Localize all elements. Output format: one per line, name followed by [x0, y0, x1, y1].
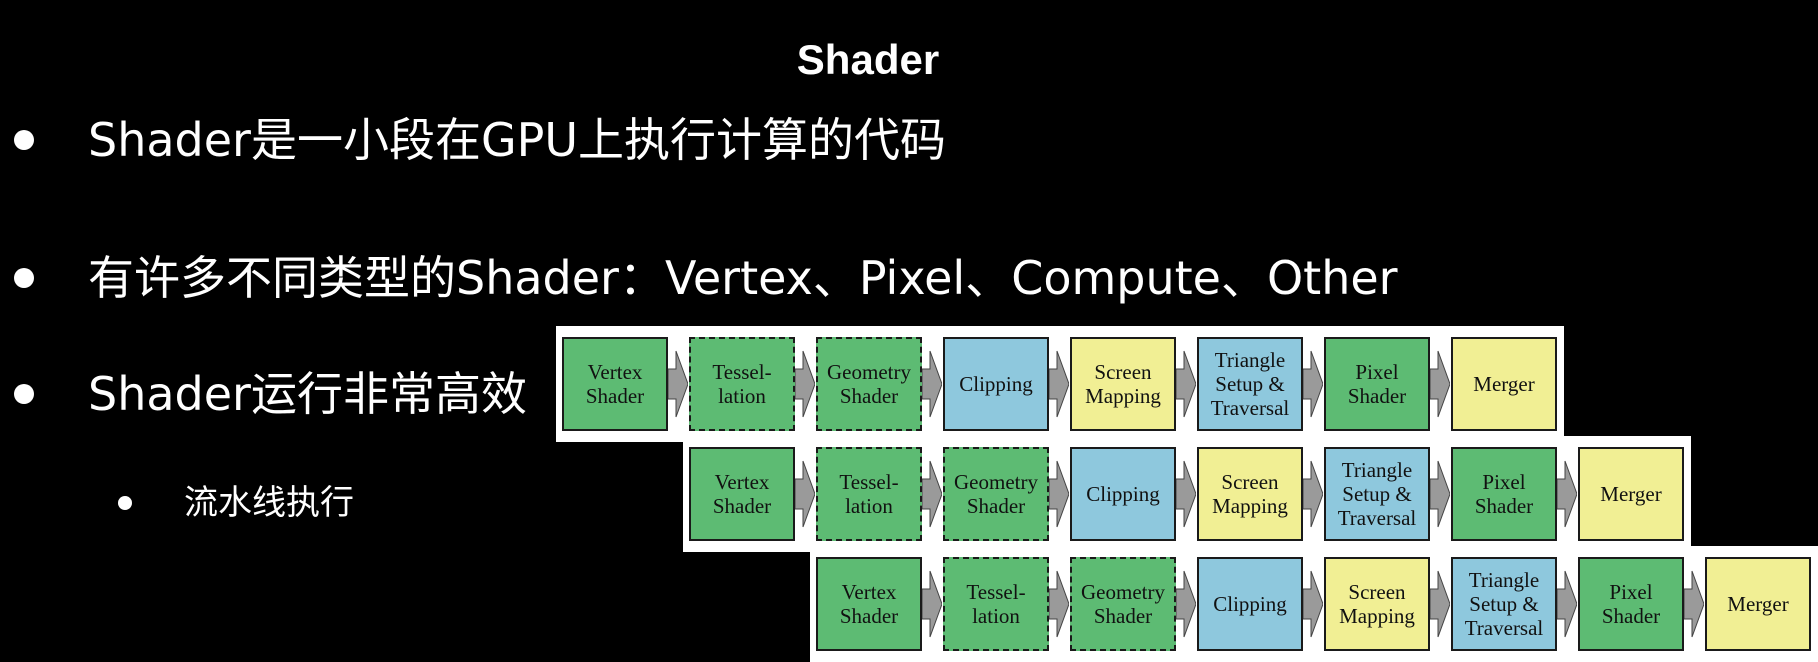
- stage-vertex-shader: Vertex Shader: [562, 337, 668, 431]
- arrow-right-icon: [1303, 460, 1323, 528]
- arrow-right-icon: [1557, 570, 1577, 638]
- stage-geometry-shader: Geometry Shader: [1070, 557, 1176, 651]
- pipeline-row-2: Vertex Shader Tessel- lation Geometry Shad…: [683, 436, 1691, 552]
- arrow-right-icon: [1176, 570, 1196, 638]
- bullet-1-text: Shader是一小段在GPU上执行计算的代码: [88, 113, 947, 167]
- stage-geometry-shader: Geometry Shader: [816, 337, 922, 431]
- arrow-right-icon: [1430, 570, 1450, 638]
- stage-vertex-shader: Vertex Shader: [689, 447, 795, 541]
- arrow-right-icon: [1684, 570, 1704, 638]
- arrow-right-icon: [922, 460, 942, 528]
- arrow-right-icon: [922, 570, 942, 638]
- arrow-right-icon: [1430, 350, 1450, 418]
- stage-screen-mapping: Screen Mapping: [1070, 337, 1176, 431]
- stage-triangle-setup: Triangle Setup & Traversal: [1197, 337, 1303, 431]
- stage-screen-mapping: Screen Mapping: [1197, 447, 1303, 541]
- stage-screen-mapping: Screen Mapping: [1324, 557, 1430, 651]
- stage-merger: Merger: [1451, 337, 1557, 431]
- stage-vertex-shader: Vertex Shader: [816, 557, 922, 651]
- arrow-right-icon: [795, 350, 815, 418]
- arrow-right-icon: [1049, 570, 1069, 638]
- stage-pixel-shader: Pixel Shader: [1451, 447, 1557, 541]
- pipeline-row-1: Vertex Shader Tessel- lation Geometry Shad…: [556, 326, 1564, 442]
- arrow-right-icon: [1557, 460, 1577, 528]
- stage-merger: Merger: [1705, 557, 1811, 651]
- arrow-right-icon: [668, 350, 688, 418]
- stage-merger: Merger: [1578, 447, 1684, 541]
- stage-triangle-setup: Triangle Setup & Traversal: [1324, 447, 1430, 541]
- slide-title: Shader: [796, 36, 940, 83]
- stage-tessellation: Tessel- lation: [943, 557, 1049, 651]
- stage-tessellation: Tessel- lation: [816, 447, 922, 541]
- stage-clipping: Clipping: [1070, 447, 1176, 541]
- stage-clipping: Clipping: [943, 337, 1049, 431]
- arrow-right-icon: [922, 350, 942, 418]
- bullet-dot-icon: [14, 130, 34, 150]
- stage-clipping: Clipping: [1197, 557, 1303, 651]
- pipeline-row-3: Vertex Shader Tessel- lation Geometry Shad…: [810, 546, 1818, 662]
- arrow-right-icon: [1303, 350, 1323, 418]
- arrow-right-icon: [1049, 350, 1069, 418]
- sub-bullet-1-text: 流水线执行: [184, 483, 354, 523]
- sub-bullet-dot-icon: [118, 496, 132, 510]
- arrow-right-icon: [795, 460, 815, 528]
- arrow-right-icon: [1176, 350, 1196, 418]
- stage-geometry-shader: Geometry Shader: [943, 447, 1049, 541]
- arrow-right-icon: [1176, 460, 1196, 528]
- arrow-right-icon: [1430, 460, 1450, 528]
- stage-tessellation: Tessel- lation: [689, 337, 795, 431]
- bullet-2-text: 有许多不同类型的Shader：Vertex、Pixel、Compute、Othe…: [88, 251, 1398, 305]
- stage-triangle-setup: Triangle Setup & Traversal: [1451, 557, 1557, 651]
- stage-pixel-shader: Pixel Shader: [1578, 557, 1684, 651]
- bullet-3-text: Shader运行非常高效: [88, 367, 527, 421]
- bullet-dot-icon: [14, 268, 34, 288]
- arrow-right-icon: [1303, 570, 1323, 638]
- bullet-dot-icon: [14, 384, 34, 404]
- stage-pixel-shader: Pixel Shader: [1324, 337, 1430, 431]
- arrow-right-icon: [1049, 460, 1069, 528]
